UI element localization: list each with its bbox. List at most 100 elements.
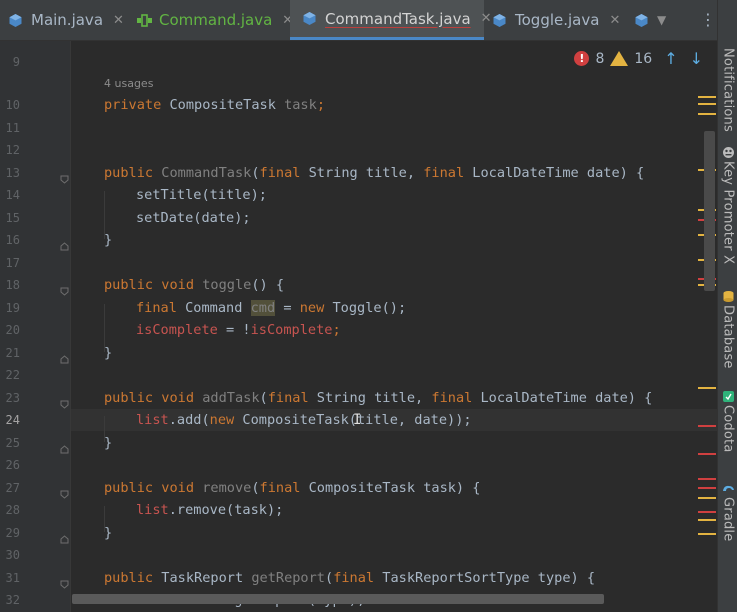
close-icon[interactable]: ✕ [113,13,124,28]
close-icon[interactable]: ✕ [481,11,492,26]
fold-icon[interactable] [60,574,69,589]
code-line-31: public TaskReport getReport(final TaskRe… [104,570,596,586]
line-number: 18 [5,278,20,292]
code-editor[interactable]: ! 8 16 ↑ ↓ 9 10 11 12 13 14 15 16 17 18 … [0,41,717,612]
code-line-14: setTitle(title); [136,187,267,203]
warning-stripe-mark[interactable] [698,387,716,389]
warning-stripe-mark[interactable] [698,519,716,521]
tool-label: Key Promoter X [720,161,736,265]
fold-icon[interactable] [60,394,69,409]
more-icon[interactable]: ⋮ [700,10,716,29]
database-icon [722,288,735,302]
fold-icon[interactable] [60,439,69,454]
code-line-16: } [104,232,113,248]
fold-icon[interactable] [60,236,69,251]
code-line-13: public CommandTask(final String title, f… [104,165,645,181]
line-number: 23 [5,391,20,405]
chevron-down-icon[interactable]: ▼ [657,13,666,27]
tool-gradle[interactable]: Gradle [719,480,737,541]
line-number: 14 [5,188,20,202]
line-number: 12 [5,143,20,157]
line-number: 29 [5,526,20,540]
text-cursor-icon: I [353,412,362,428]
code-line-21: } [104,345,113,361]
tool-label: Database [720,305,736,369]
line-number: 10 [5,98,20,112]
line-number: 27 [5,481,20,495]
fold-icon[interactable] [60,281,69,296]
tab-toggle-java[interactable]: Toggle.java ✕ [492,0,622,40]
tool-codota[interactable]: Codota [719,388,737,453]
line-number: 15 [5,211,20,225]
warning-count: 16 [634,50,653,67]
codota-icon [722,388,735,402]
line-number: 11 [5,121,20,135]
code-line-18: public void toggle() { [104,277,285,293]
warning-icon [610,51,629,66]
error-stripe-mark[interactable] [698,487,716,489]
error-count: 8 [595,50,605,67]
code-line-19: final Command cmd = new Toggle(); [136,300,407,316]
tab-label: Toggle.java [515,11,600,29]
right-tool-window-bar: Notifications Key Promoter X Database Co… [717,0,737,612]
error-stripe-mark[interactable] [698,511,716,513]
line-number: 16 [5,233,20,247]
warning-stripe-mark[interactable] [698,113,716,115]
horizontal-scrollbar[interactable] [72,594,604,604]
java-class-icon [634,13,649,28]
editor-tab-bar: Main.java ✕ Command.java ✕ CommandTask.j… [0,0,717,41]
close-icon[interactable]: ✕ [609,13,620,28]
fold-icon[interactable] [60,529,69,544]
line-number: 13 [5,166,20,180]
line-number: 17 [5,256,20,270]
inspection-widget[interactable]: ! 8 16 ↑ ↓ [574,49,703,68]
line-number: 26 [5,458,20,472]
error-stripe-mark[interactable] [698,425,716,427]
line-number: 9 [12,55,20,69]
tool-notifications[interactable]: Notifications [719,48,737,132]
java-class-icon [492,13,507,28]
error-stripe-mark[interactable] [698,453,716,455]
code-line-28: list.remove(task); [136,502,284,518]
code-line-25: } [104,435,113,451]
line-number: 25 [5,436,20,450]
arrow-up-icon[interactable]: ↑ [664,49,677,68]
code-line-29: } [104,525,113,541]
interface-icon [136,13,152,28]
tab-command-java[interactable]: Command.java ✕ [136,0,293,40]
fold-icon[interactable] [60,484,69,499]
tool-key-promoter[interactable]: Key Promoter X [719,144,737,264]
line-number: 24 [5,413,20,427]
tab-label: Command.java [159,11,273,29]
line-number: 30 [5,548,20,562]
tool-label: Gradle [720,497,736,542]
warning-stripe-mark[interactable] [698,533,716,535]
code-line-20: isComplete = !isComplete; [136,322,341,338]
tab-commandtask-java[interactable]: CommandTask.java ✕ [290,0,492,40]
code-line-24: list.add(new CompositeTask(title, date))… [136,412,472,428]
code-line-15: setDate(date); [136,210,251,226]
warning-stripe-mark[interactable] [698,103,716,105]
line-number: 19 [5,301,20,315]
warning-stripe-mark[interactable] [698,497,716,499]
vertical-scrollbar[interactable] [704,131,715,291]
warning-stripe-mark[interactable] [698,96,716,98]
tool-label: Notifications [720,48,736,132]
line-number: 20 [5,323,20,337]
key-promoter-icon [722,144,735,158]
java-class-icon [8,13,23,28]
tab-main-java[interactable]: Main.java ✕ [8,0,128,40]
code-line-27: public void remove(final CompositeTask t… [104,480,481,496]
tab-overflow[interactable]: ▼ [634,0,674,40]
tool-database[interactable]: Database [719,288,737,369]
line-number: 21 [5,346,20,360]
fold-icon[interactable] [60,349,69,364]
gradle-icon [722,480,735,493]
tab-label: CommandTask.java [325,9,471,28]
arrow-down-icon[interactable]: ↓ [690,49,703,68]
usages-hint[interactable]: 4 usages [104,77,153,90]
java-class-icon [302,11,317,26]
error-stripe-mark[interactable] [698,478,716,480]
fold-icon[interactable] [60,169,69,184]
line-number: 28 [5,503,20,517]
